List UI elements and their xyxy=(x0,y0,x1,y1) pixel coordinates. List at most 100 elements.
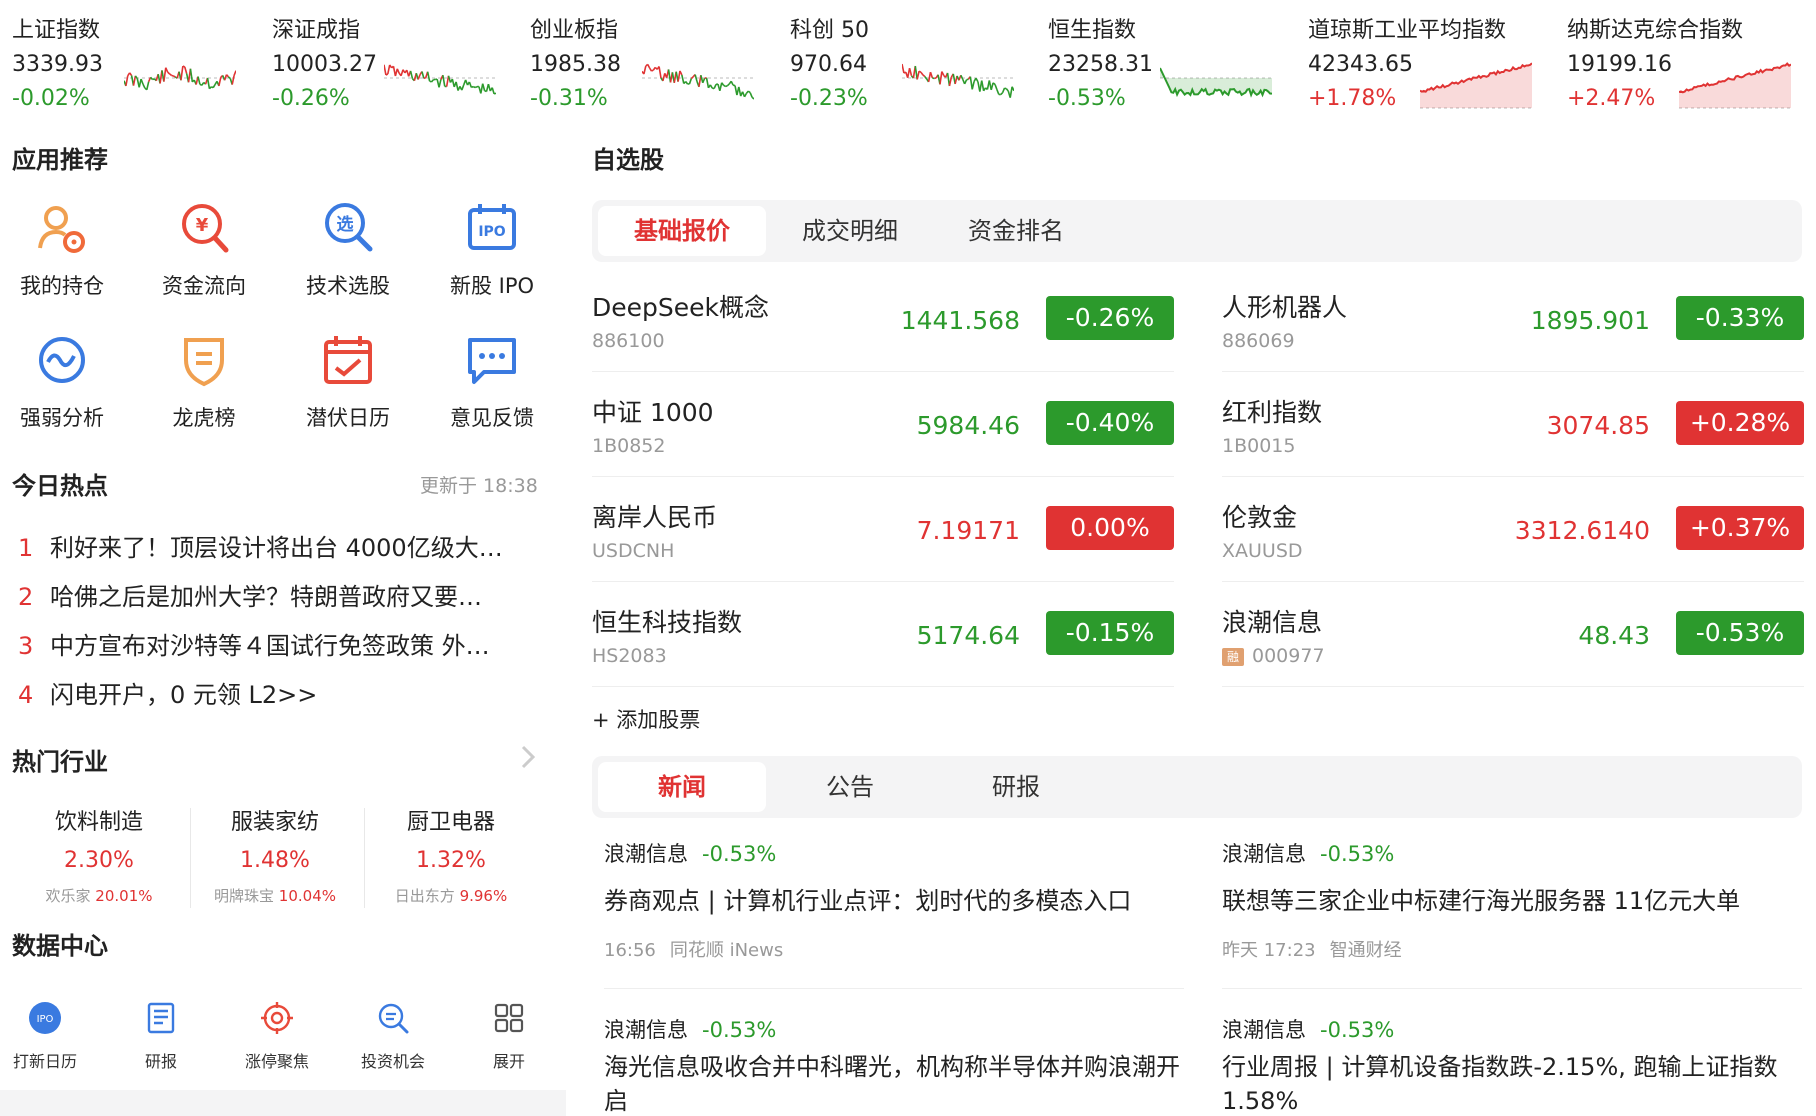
datacenter-item[interactable]: 涨停聚焦 xyxy=(232,1000,322,1072)
index-ticker[interactable]: 恒生指数 23258.31 -0.53% xyxy=(1048,8,1288,118)
hot-news-item[interactable]: 3 中方宣布对沙特等４国试行免签政策 外… xyxy=(18,626,490,661)
datacenter-item[interactable]: 研报 xyxy=(116,1000,206,1072)
sparkline-segment xyxy=(1011,86,1014,92)
sparkline-segment xyxy=(738,86,742,97)
app-item[interactable]: 潜伏日历 xyxy=(288,330,408,432)
news-item[interactable]: 浪潮信息 -0.53% 海光信息吸收合并中科曙光，机构称半导体并购浪潮开启 xyxy=(604,1014,1194,1116)
sparkline-segment xyxy=(171,74,174,77)
news-stock-change: -0.53% xyxy=(1320,1018,1395,1042)
industry-item[interactable]: 服装家纺 1.48% 明牌珠宝 10.04% xyxy=(190,804,360,906)
index-ticker[interactable]: 纳斯达克综合指数 19199.16 +2.47% xyxy=(1567,8,1807,118)
watchlist-row[interactable]: 中证 1000 1B0852 5984.46 -0.40% xyxy=(592,373,1174,477)
news-item[interactable]: 浪潮信息 -0.53% 券商观点 | 计算机行业点评：划时代的多模态入口 16:56 同… xyxy=(604,838,1194,962)
index-ticker[interactable]: 深证成指 10003.27 -0.26% xyxy=(272,8,512,118)
index-ticker[interactable]: 上证指数 3339.93 -0.02% xyxy=(12,8,252,118)
hot-news-item[interactable]: 1 利好来了！顶层设计将出台 4000亿级大… xyxy=(18,528,503,563)
app-item[interactable]: 选技术选股 xyxy=(288,198,408,300)
hot-news-item[interactable]: 2 哈佛之后是加州大学？特朗普政府又要… xyxy=(18,577,482,612)
holdings-icon xyxy=(32,198,92,258)
stock-change-badge[interactable]: -0.33% xyxy=(1676,296,1804,340)
stock-change-badge[interactable]: -0.40% xyxy=(1046,401,1174,445)
app-item[interactable]: IPO 新股 IPO xyxy=(432,198,552,300)
app-item[interactable]: 强弱分析 xyxy=(2,330,122,432)
stock-change-badge[interactable]: -0.26% xyxy=(1046,296,1174,340)
sparkline-segment xyxy=(918,70,922,73)
watchlist-row[interactable]: 恒生科技指数 HS2083 5174.64 -0.15% xyxy=(592,583,1174,687)
industry-change: 2.30% xyxy=(64,848,134,873)
add-stock-button[interactable]: + 添加股票 xyxy=(592,704,700,734)
sparkline-segment xyxy=(963,79,968,85)
datacenter-item[interactable]: 展开 xyxy=(464,1000,554,1072)
news-separator xyxy=(1222,988,1802,989)
feedback-icon xyxy=(462,330,522,390)
industry-item[interactable]: 厨卫电器 1.32% 日出东方 9.96% xyxy=(366,804,536,906)
sparkline-segment xyxy=(225,74,230,78)
stock-price: 3312.6140 xyxy=(1514,516,1650,545)
index-ticker[interactable]: 道琼斯工业平均指数 42343.65 +1.78% xyxy=(1308,8,1548,118)
stock-price: 1895.901 xyxy=(1530,306,1650,335)
stock-name: 恒生科技指数 xyxy=(592,608,743,637)
hot-news-item[interactable]: 4 闪电开户，0 元领 L2>> xyxy=(18,675,317,710)
svg-text:IPO: IPO xyxy=(37,1014,54,1025)
watchlist-tabbar: 基础报价 成交明细 资金排名 xyxy=(592,200,1802,262)
sparkline-segment xyxy=(167,71,171,75)
industry-name: 饮料制造 xyxy=(54,810,143,835)
stock-change-badge[interactable]: +0.37% xyxy=(1676,506,1804,550)
stock-price: 3074.85 xyxy=(1546,411,1650,440)
industry-more-chevron-icon[interactable] xyxy=(518,742,538,772)
watchlist-section-title: 自选股 xyxy=(592,146,664,174)
index-name: 恒生指数 xyxy=(1048,18,1137,43)
watchlist-row[interactable]: 红利指数 1B0015 3074.85 +0.28% xyxy=(1222,373,1804,477)
stock-change-badge[interactable]: -0.15% xyxy=(1046,611,1174,655)
index-ticker[interactable]: 科创 50 970.64 -0.23% xyxy=(790,8,1030,118)
stock-change-badge[interactable]: -0.53% xyxy=(1676,611,1804,655)
sparkline-segment xyxy=(125,75,129,87)
tab-research[interactable]: 研报 xyxy=(932,762,1100,812)
news-title: 券商观点 | 计算机行业点评：划时代的多模态入口 xyxy=(604,887,1132,915)
stock-code: 886069 xyxy=(1222,330,1295,352)
apps-section-title: 应用推荐 xyxy=(12,146,108,174)
sparkline-segment xyxy=(129,72,133,77)
stock-change-badge[interactable]: +0.28% xyxy=(1676,401,1804,445)
stock-code-line: USDCNH xyxy=(592,540,674,562)
app-item[interactable]: 意见反馈 xyxy=(432,330,552,432)
tab-news[interactable]: 新闻 xyxy=(598,762,766,812)
sparkline-segment xyxy=(182,65,186,68)
index-ticker[interactable]: 创业板指 1985.38 -0.31% xyxy=(530,8,770,118)
stock-change-badge[interactable]: 0.00% xyxy=(1046,506,1174,550)
news-title: 联想等三家企业中标建行海光服务器 11亿元大单 xyxy=(1222,887,1741,915)
sparkline-segment xyxy=(924,76,928,80)
watchlist-row[interactable]: DeepSeek概念 886100 1441.568 -0.26% xyxy=(592,268,1174,372)
stock-code: 000977 xyxy=(1252,645,1325,667)
watchlist-row[interactable]: 浪潮信息融 000977 48.43 -0.53% xyxy=(1222,583,1804,687)
sparkline-segment xyxy=(417,74,421,80)
industry-item[interactable]: 饮料制造 2.30% 欢乐家 20.01% xyxy=(14,804,184,906)
sparkline-segment xyxy=(725,84,728,88)
watchlist-row[interactable]: 人形机器人 886069 1895.901 -0.33% xyxy=(1222,268,1804,372)
sparkline-segment xyxy=(646,63,651,69)
sparkline-segment xyxy=(658,66,662,79)
industry-leader-change: 10.04% xyxy=(278,887,336,905)
tab-announcement[interactable]: 公告 xyxy=(766,762,934,812)
datacenter-item[interactable]: IPO 打新日历 xyxy=(0,1000,90,1072)
stock-name: 伦敦金 xyxy=(1222,503,1298,532)
watchlist-row[interactable]: 伦敦金 XAUUSD 3312.6140 +0.37% xyxy=(1222,478,1804,582)
tab-trade-detail[interactable]: 成交明细 xyxy=(766,206,934,256)
news-item[interactable]: 浪潮信息 -0.53% 联想等三家企业中标建行海光服务器 11亿元大单 昨天 17:2… xyxy=(1222,838,1802,962)
news-title: 海光信息吸收合并中科曙光，机构称半导体并购浪潮开启 xyxy=(604,1053,1180,1115)
news-meta: 昨天 17:23 智通财经 xyxy=(1222,936,1802,962)
dragon-tiger-icon xyxy=(174,330,234,390)
tab-fund-ranking[interactable]: 资金排名 xyxy=(932,206,1100,256)
app-item[interactable]: 我的持仓 xyxy=(2,198,122,300)
app-item[interactable]: 龙虎榜 xyxy=(144,330,264,432)
sparkline-segment xyxy=(749,92,753,98)
sparkline-segment xyxy=(966,78,969,81)
news-item[interactable]: 浪潮信息 -0.53% 行业周报 | 计算机设备指数跌-2.15%, 跑输上证指数 … xyxy=(1222,1014,1802,1116)
sparkline-segment xyxy=(206,77,211,89)
watchlist-row[interactable]: 离岸人民币 USDCNH 7.19171 0.00% xyxy=(592,478,1174,582)
sparkline-segment xyxy=(751,96,754,100)
hot-rank: 2 xyxy=(18,583,34,611)
app-item[interactable]: ¥ 资金流向 xyxy=(144,198,264,300)
tab-basic-quote[interactable]: 基础报价 xyxy=(598,206,766,256)
datacenter-item[interactable]: 投资机会 xyxy=(348,1000,438,1072)
